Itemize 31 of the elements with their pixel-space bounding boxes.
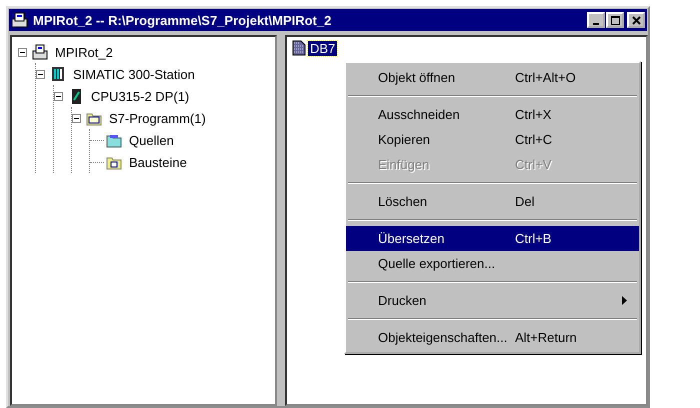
close-button[interactable] — [627, 12, 645, 28]
data-block-icon — [291, 40, 307, 56]
close-icon — [632, 16, 640, 24]
minimize-icon — [593, 22, 599, 24]
tree-item[interactable]: Bausteine — [128, 154, 188, 170]
project-icon — [11, 12, 29, 28]
menu-item[interactable]: Objekteigenschaften... Alt+Return — [346, 325, 639, 350]
minimize-button[interactable] — [587, 12, 605, 28]
menu-item[interactable]: Ausschneiden Ctrl+X — [346, 102, 639, 127]
maximize-button[interactable] — [606, 12, 624, 28]
collapse-icon[interactable] — [18, 48, 27, 56]
menu-item[interactable]: Objekt öffnen Ctrl+Alt+O — [346, 65, 639, 90]
collapse-icon[interactable] — [36, 70, 45, 78]
tree-item[interactable]: MPIRot_2 — [54, 44, 114, 60]
maximize-icon — [610, 16, 620, 24]
tree-item[interactable]: CPU315-2 DP(1) — [90, 88, 190, 104]
menu-item[interactable]: Quelle exportieren... — [346, 251, 639, 276]
object-item[interactable]: DB7 — [308, 40, 338, 56]
tree-item[interactable]: S7-Programm(1) — [108, 110, 207, 126]
menu-item[interactable]: Übersetzen Ctrl+B — [346, 226, 639, 251]
window-title: MPIRot_2 -- R:\Programme\S7_Projekt\MPIRot_2 — [33, 12, 332, 28]
menu-item[interactable]: Löschen Del — [346, 189, 639, 214]
tree-item[interactable]: SIMATIC 300-Station — [72, 66, 196, 82]
collapse-icon[interactable] — [54, 92, 63, 100]
menu-item[interactable]: Drucken — [346, 288, 639, 313]
folder-icon — [106, 132, 122, 148]
collapse-icon[interactable] — [72, 114, 81, 122]
tree-item[interactable]: Quellen — [128, 132, 175, 148]
project-icon — [32, 44, 48, 60]
menu-item[interactable]: Kopieren Ctrl+C — [346, 127, 639, 152]
station-icon — [50, 66, 66, 82]
